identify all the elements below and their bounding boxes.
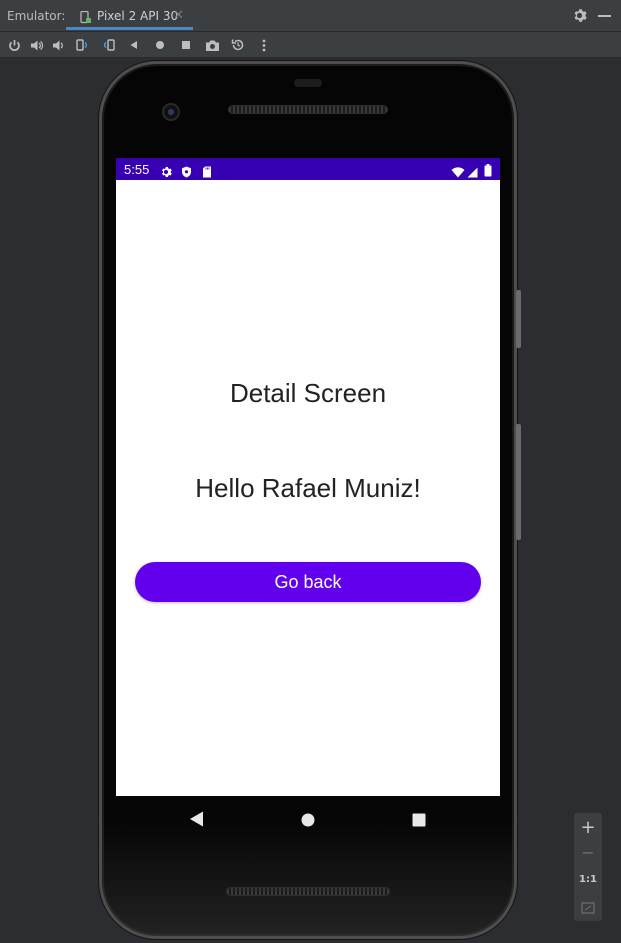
rotate-right-icon[interactable] (101, 37, 117, 53)
tab-close-icon[interactable]: ✕ (173, 8, 184, 23)
zoom-in-button[interactable]: + (574, 817, 602, 838)
camera-icon (162, 103, 180, 121)
power-icon[interactable] (6, 37, 22, 53)
volume-up-icon[interactable] (29, 37, 45, 53)
go-back-button[interactable]: Go back (135, 562, 481, 602)
nav-home-icon[interactable] (301, 812, 315, 831)
overview-icon[interactable] (178, 37, 194, 53)
rotate-left-icon[interactable] (74, 37, 90, 53)
zoom-panel: + − 1:1 (574, 813, 602, 921)
emulator-label: Emulator: (7, 9, 66, 23)
navigation-bar (116, 796, 500, 842)
nav-back-icon[interactable] (189, 811, 204, 831)
phone-icon (80, 9, 91, 28)
more-icon[interactable] (256, 37, 272, 53)
tab-pixel-2-api-30[interactable]: Pixel 2 API 30 ✕ (66, 0, 193, 30)
emulator-title-bar: Emulator: Pixel 2 API 30 ✕ (0, 0, 621, 32)
nav-overview-icon[interactable] (412, 812, 426, 831)
earpiece (294, 79, 322, 87)
home-icon[interactable] (152, 37, 168, 53)
power-side-button (516, 290, 521, 348)
gear-icon[interactable] (572, 8, 587, 27)
screenshot-icon[interactable] (204, 37, 220, 53)
back-icon[interactable] (126, 37, 142, 53)
page-title: Detail Screen (229, 378, 387, 408)
emulator-toolbar (0, 32, 621, 58)
zoom-out-button[interactable]: − (574, 843, 602, 862)
snapshot-icon[interactable] (230, 37, 246, 53)
volume-side-button (516, 424, 521, 540)
bottom-speaker (226, 887, 390, 896)
top-speaker (228, 105, 388, 114)
status-bar: 5:55 (116, 158, 500, 180)
app-screen: Detail Screen Hello Rafael Muniz! Go bac… (116, 180, 500, 796)
volume-down-icon[interactable] (51, 37, 67, 53)
greeting-text: Hello Rafael Muniz! (195, 473, 421, 503)
actual-size-button[interactable]: 1:1 (574, 874, 602, 885)
status-time: 5:55 (124, 162, 150, 177)
tab-title: Pixel 2 API 30 (97, 9, 179, 23)
battery-icon (484, 162, 492, 181)
minimize-icon[interactable] (598, 15, 611, 17)
fit-screen-icon[interactable] (574, 899, 602, 918)
